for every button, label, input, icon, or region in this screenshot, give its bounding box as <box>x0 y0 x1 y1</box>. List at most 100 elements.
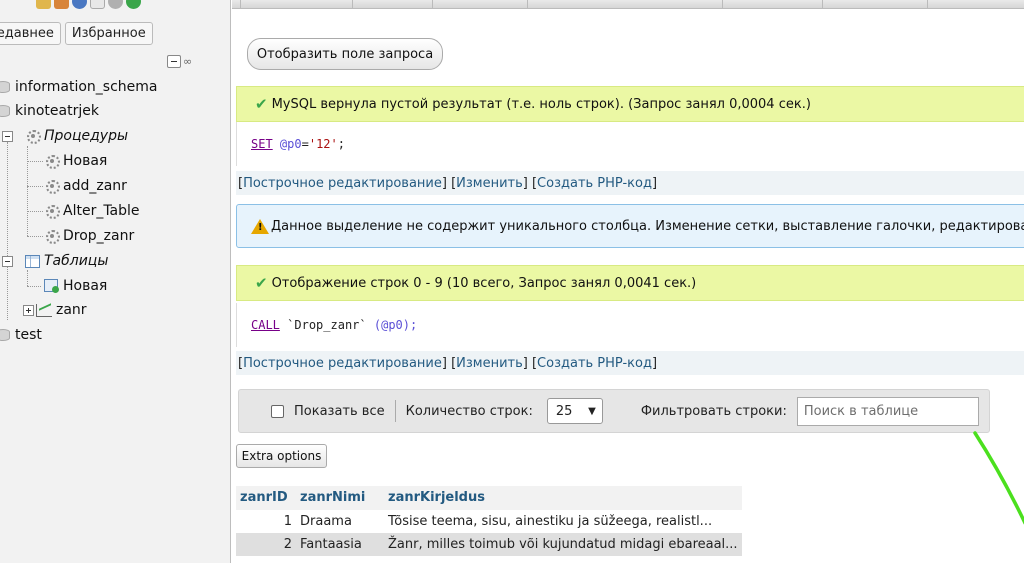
tab-separator <box>432 0 433 8</box>
sql-query-display: CALL `Drop_zanr` (@p0); <box>236 303 1024 347</box>
sql-keyword[interactable]: CALL <box>251 318 280 332</box>
rows-info-message: ✔ Отображение строк 0 - 9 (10 всего, Зап… <box>236 265 1024 301</box>
chevron-down-icon: ▼ <box>588 405 596 417</box>
database-icon <box>0 81 10 93</box>
tab-separator <box>722 0 723 8</box>
docs-icon[interactable] <box>90 0 105 9</box>
edit-link[interactable]: Изменить <box>456 356 523 371</box>
sql-string: '12' <box>308 137 338 151</box>
collapse-toggle-icon[interactable] <box>2 255 13 267</box>
checkmark-icon: ✔ <box>255 95 268 113</box>
success-message: ✔ MySQL вернула пустой результат (т.е. н… <box>236 86 1024 122</box>
tree-connector <box>27 146 28 236</box>
sql-procedure-name: `Drop_zanr` <box>287 318 367 332</box>
row-count-label: Количество строк: <box>405 403 533 419</box>
cell-zanrnimi: Draama <box>296 510 384 533</box>
show-query-box-button[interactable]: Отобразить поле запроса <box>247 38 443 70</box>
tree-db-test[interactable]: test <box>0 325 42 345</box>
reload-icon[interactable] <box>126 0 141 9</box>
tree-procedure-add-zanr[interactable]: add_zanr <box>44 176 127 196</box>
tree-table-zanr[interactable]: zanr <box>23 300 87 320</box>
tree-connector <box>27 161 43 162</box>
cell-zanrkirjeldus: Žanr, milles toimub või kujundatud midag… <box>384 533 742 556</box>
tree-db-kinoteatrjek[interactable]: kinoteatrjek <box>0 101 99 121</box>
query-action-links: [ Построчное редактирование ] [ Изменить… <box>236 171 1024 195</box>
filter-rows-input[interactable] <box>796 396 979 426</box>
tree-db-information-schema[interactable]: information_schema <box>0 77 158 97</box>
tree-tables-group[interactable]: Таблицы <box>2 251 108 271</box>
inline-edit-link[interactable]: Построчное редактирование <box>243 356 442 371</box>
create-php-code-link[interactable]: Создать PHP-код <box>537 356 652 371</box>
cell-zanrnimi: Fantaasia <box>296 533 384 556</box>
help-icon[interactable] <box>72 0 87 9</box>
column-header-zanrkirjeldus[interactable]: zanrKirjeldus <box>384 486 742 511</box>
tree-connector <box>27 236 43 237</box>
results-table: zanrID zanrNimi zanrKirjeldus 1 Draama T… <box>236 486 742 556</box>
tab-separator <box>927 0 928 8</box>
tab-separator <box>527 0 528 8</box>
collapse-controls: ∞ <box>167 55 192 68</box>
tree-connector <box>27 286 41 287</box>
sidebar-toolbar <box>36 0 141 12</box>
create-php-code-link[interactable]: Создать PHP-код <box>537 176 652 191</box>
column-header-zanrnimi[interactable]: zanrNimi <box>296 486 384 511</box>
cell-zanrkirjeldus: Tõsise teema, sisu, ainestiku ja süžeega… <box>384 510 742 533</box>
tree-connector <box>27 270 28 286</box>
link-icon[interactable]: ∞ <box>183 55 192 68</box>
home-icon[interactable] <box>36 0 51 9</box>
settings-icon[interactable] <box>108 0 123 9</box>
warning-icon <box>251 218 269 234</box>
tab-separator <box>352 0 353 8</box>
cell-zanrid: 2 <box>236 533 296 556</box>
results-navigation-bar: Показать все Количество строк: 25 ▼ Филь… <box>238 389 990 433</box>
tree-procedures-group[interactable]: Процедуры <box>2 126 128 146</box>
database-icon <box>0 329 10 341</box>
checkmark-icon: ✔ <box>255 274 268 292</box>
edit-link[interactable]: Изменить <box>456 176 523 191</box>
tree-connector <box>7 142 8 320</box>
top-tab-bar <box>232 0 1024 9</box>
separator <box>394 400 396 422</box>
tree-connector <box>27 186 43 187</box>
extra-options-button[interactable]: Extra options <box>236 444 327 468</box>
navigation-sidebar: Недавнее Избранное ∞ information_schema … <box>0 0 231 563</box>
sql-keyword[interactable]: SET <box>251 137 273 151</box>
table-header-row: zanrID zanrNimi zanrKirjeldus <box>236 486 742 511</box>
filter-rows-label: Фильтровать строки: <box>640 403 787 419</box>
expand-toggle-icon[interactable] <box>23 304 34 316</box>
collapse-all-button[interactable] <box>167 55 181 68</box>
procedure-icon <box>44 229 60 244</box>
tree-procedure-new[interactable]: Новая <box>44 151 107 171</box>
table-icon <box>36 303 52 317</box>
new-procedure-icon <box>44 154 60 169</box>
logout-icon[interactable] <box>54 0 69 9</box>
show-all-checkbox[interactable] <box>271 404 284 418</box>
table-row[interactable]: 2 Fantaasia Žanr, milles toimub või kuju… <box>236 533 742 556</box>
tab-separator <box>822 0 823 8</box>
recent-tab[interactable]: Недавнее <box>0 22 61 45</box>
sql-query-display: SET @p0 = '12'; <box>236 122 1024 166</box>
cell-zanrid: 1 <box>236 510 296 533</box>
tab-separator <box>240 0 241 8</box>
tree-table-new[interactable]: Новая <box>44 276 107 296</box>
collapse-toggle-icon[interactable] <box>2 130 13 142</box>
database-icon <box>0 105 10 117</box>
procedure-icon <box>25 129 41 144</box>
new-table-icon <box>44 279 59 293</box>
column-header-zanrid[interactable]: zanrID <box>236 486 296 511</box>
favorites-tab[interactable]: Избранное <box>64 22 153 45</box>
inline-edit-link[interactable]: Построчное редактирование <box>243 176 442 191</box>
query-action-links: [ Построчное редактирование ] [ Изменить… <box>236 351 1024 375</box>
row-count-select[interactable]: 25 ▼ <box>546 398 603 424</box>
tree-procedure-alter-table[interactable]: Alter_Table <box>44 201 140 221</box>
main-content: Отобразить поле запроса ✔ MySQL вернула … <box>232 9 1024 563</box>
tree-procedure-drop-zanr[interactable]: Drop_zanr <box>44 226 134 246</box>
table-group-icon <box>25 254 40 268</box>
table-row[interactable]: 1 Draama Tõsise teema, sisu, ainestiku j… <box>236 510 742 533</box>
notice-message: Данное выделение не содержит уникального… <box>236 204 1024 248</box>
procedure-icon <box>44 204 60 219</box>
show-all-label: Показать все <box>294 403 385 419</box>
hand-drawn-checkmark-icon <box>973 431 1024 525</box>
sql-variable: @p0 <box>381 318 403 332</box>
procedure-icon <box>44 179 60 194</box>
